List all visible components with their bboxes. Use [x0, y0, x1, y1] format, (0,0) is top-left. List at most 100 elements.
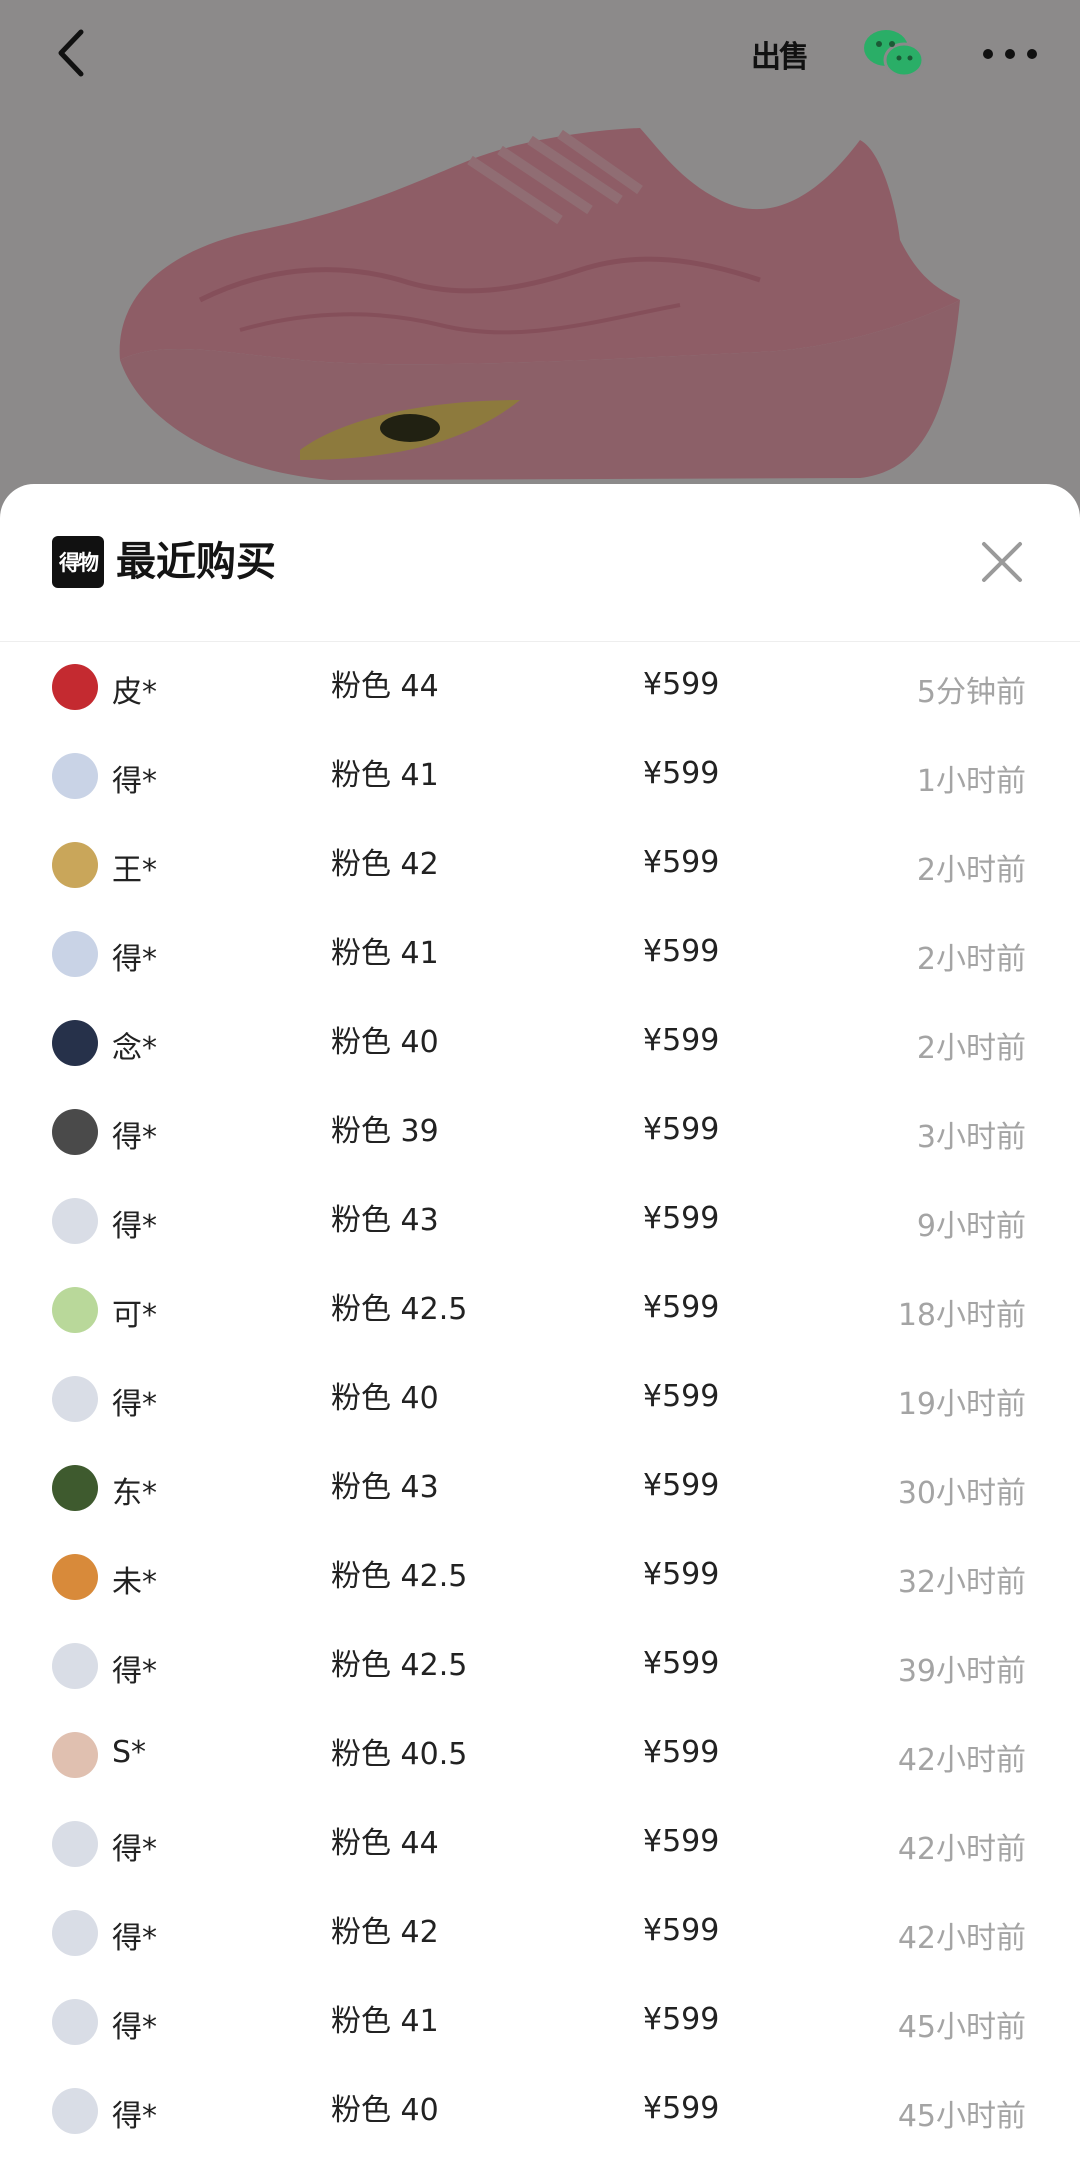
purchase-row: 得* 粉色 39 ¥599 3小时前 [0, 1087, 1080, 1176]
price: ¥599 [643, 1645, 720, 1681]
purchase-time: 19小时前 [897, 1386, 1026, 1422]
avatar [52, 1642, 98, 1689]
avatar [52, 841, 98, 888]
price: ¥599 [643, 1022, 720, 1058]
purchase-row: 得* 粉色 43 ¥599 9小时前 [0, 1176, 1080, 1265]
buyer-name: 得* [112, 2009, 157, 2045]
purchase-time: 5分钟前 [916, 674, 1026, 710]
chevron-left-icon [58, 29, 84, 77]
size-spec: 粉色 42.5 [331, 1291, 468, 1327]
size-spec: 粉色 40 [331, 1024, 439, 1060]
purchase-time: 39小时前 [897, 1653, 1026, 1689]
purchase-row: 念* 粉色 40 ¥599 2小时前 [0, 998, 1080, 1087]
back-button[interactable] [40, 20, 100, 86]
purchase-row: 得* 粉色 44 ¥599 42小时前 [0, 1799, 1080, 1888]
buyer-name: 未* [112, 1564, 157, 1600]
recent-purchases-sheet: 得物 最近购买 皮* 粉色 44 ¥599 5分钟前得* 粉色 41 ¥599 1小时前王*… [0, 484, 1080, 2160]
price: ¥599 [643, 666, 720, 702]
price: ¥599 [643, 1556, 720, 1592]
wechat-icon [864, 30, 925, 78]
purchase-row: 可* 粉色 42.5 ¥599 18小时前 [0, 1265, 1080, 1354]
purchase-time: 18小时前 [897, 1297, 1026, 1333]
size-spec: 粉色 44 [331, 668, 439, 704]
buyer-name: S* [112, 1734, 147, 1770]
buyer-name: 得* [112, 1386, 157, 1422]
avatar [52, 663, 98, 710]
price: ¥599 [643, 2001, 720, 2037]
purchase-row: 皮* 粉色 44 ¥599 5分钟前 [0, 642, 1080, 731]
purchase-time: 3小时前 [916, 1119, 1026, 1155]
purchase-time: 1小时前 [916, 763, 1026, 799]
price: ¥599 [643, 1467, 720, 1503]
sell-button[interactable]: 出售 [744, 22, 814, 86]
avatar [52, 1375, 98, 1422]
avatar [52, 2087, 98, 2134]
buyer-name: 可* [112, 1297, 157, 1333]
purchase-row: 未* 粉色 42.5 ¥599 32小时前 [0, 1532, 1080, 1621]
avatar [52, 1019, 98, 1066]
avatar [52, 1464, 98, 1511]
avatar [52, 1108, 98, 1155]
purchase-row: 得* 粉色 40 ¥599 19小时前 [0, 1354, 1080, 1443]
price: ¥599 [643, 1823, 720, 1859]
size-spec: 粉色 42 [331, 1914, 439, 1950]
buyer-name: 得* [112, 1119, 157, 1155]
more-dots-icon [983, 49, 1037, 59]
purchase-time: 45小时前 [897, 2098, 1026, 2134]
purchase-row: 王* 粉色 42 ¥599 2小时前 [0, 820, 1080, 909]
purchase-row: 得* 粉色 41 ¥599 1小时前 [0, 731, 1080, 820]
purchase-row: 得* 粉色 41 ¥599 2小时前 [0, 909, 1080, 998]
purchase-row: 东* 粉色 43 ¥599 30小时前 [0, 1443, 1080, 1532]
size-spec: 粉色 42.5 [331, 1558, 468, 1594]
buyer-name: 皮* [112, 674, 157, 710]
purchase-time: 32小时前 [897, 1564, 1026, 1600]
size-spec: 粉色 40 [331, 2092, 439, 2128]
close-button[interactable] [976, 536, 1028, 588]
price: ¥599 [643, 1111, 720, 1147]
size-spec: 粉色 43 [331, 1202, 439, 1238]
purchase-row: 得* 粉色 42 ¥599 42小时前 [0, 1888, 1080, 1977]
price: ¥599 [643, 2090, 720, 2126]
avatar [52, 930, 98, 977]
sheet-header: 得物 最近购买 [0, 484, 1080, 642]
avatar [52, 1909, 98, 1956]
buyer-name: 得* [112, 1208, 157, 1244]
purchase-row: 得* 粉色 41 ¥599 45小时前 [0, 1977, 1080, 2066]
avatar [52, 1286, 98, 1333]
top-bar: 出售 [0, 0, 1080, 110]
purchase-list: 皮* 粉色 44 ¥599 5分钟前得* 粉色 41 ¥599 1小时前王* 粉色 42 ¥59… [0, 642, 1080, 2155]
size-spec: 粉色 40 [331, 1380, 439, 1416]
size-spec: 粉色 42 [331, 846, 439, 882]
purchase-time: 42小时前 [897, 1831, 1026, 1867]
size-spec: 粉色 39 [331, 1113, 439, 1149]
avatar [52, 752, 98, 799]
product-hero: 出售 [0, 0, 1080, 520]
buyer-name: 得* [112, 1653, 157, 1689]
avatar [52, 1731, 98, 1778]
purchase-time: 45小时前 [897, 2009, 1026, 2045]
wechat-share-button[interactable] [860, 22, 930, 86]
buyer-name: 念* [112, 1030, 157, 1066]
purchase-row: 得* 粉色 40 ¥599 45小时前 [0, 2066, 1080, 2155]
size-spec: 粉色 41 [331, 935, 439, 971]
buyer-name: 王* [112, 852, 157, 888]
avatar [52, 1820, 98, 1867]
purchase-row: S* 粉色 40.5 ¥599 42小时前 [0, 1710, 1080, 1799]
size-spec: 粉色 40.5 [331, 1736, 468, 1772]
purchase-time: 30小时前 [897, 1475, 1026, 1511]
purchase-time: 9小时前 [916, 1208, 1026, 1244]
purchase-row: 得* 粉色 42.5 ¥599 39小时前 [0, 1621, 1080, 1710]
size-spec: 粉色 41 [331, 2003, 439, 2039]
buyer-name: 得* [112, 763, 157, 799]
dewu-logo: 得物 [52, 536, 104, 588]
close-icon [982, 542, 1022, 582]
sheet-title: 最近购买 [116, 539, 276, 585]
price: ¥599 [643, 844, 720, 880]
size-spec: 粉色 44 [331, 1825, 439, 1861]
purchase-time: 2小时前 [916, 852, 1026, 888]
more-options-button[interactable] [975, 22, 1045, 86]
purchase-time: 42小时前 [897, 1742, 1026, 1778]
size-spec: 粉色 42.5 [331, 1647, 468, 1683]
purchase-time: 2小时前 [916, 1030, 1026, 1066]
size-spec: 粉色 41 [331, 757, 439, 793]
